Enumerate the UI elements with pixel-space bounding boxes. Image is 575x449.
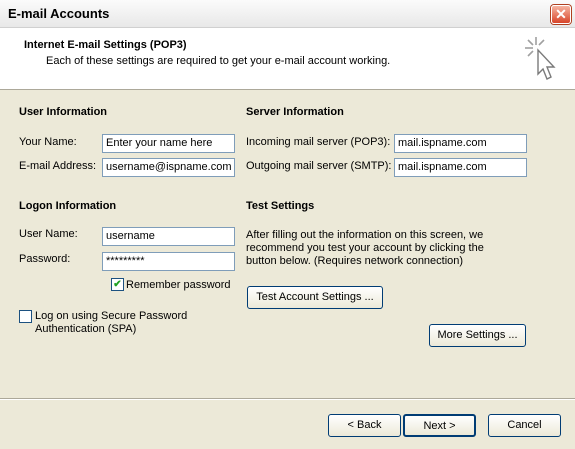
- test-desc-line2: recommend you test your account by click…: [246, 242, 484, 254]
- spa-label-line2[interactable]: Authentication (SPA): [35, 323, 136, 335]
- outgoing-server-label: Outgoing mail server (SMTP):: [246, 160, 392, 172]
- incoming-server-label: Incoming mail server (POP3):: [246, 136, 391, 148]
- back-button[interactable]: < Back: [328, 414, 401, 437]
- spa-label-line1[interactable]: Log on using Secure Password: [35, 310, 187, 322]
- remember-password-label[interactable]: Remember password: [126, 279, 231, 291]
- close-button[interactable]: ✕: [551, 5, 571, 24]
- test-desc-line1: After filling out the information on thi…: [246, 229, 484, 241]
- user-name-label: User Name:: [19, 228, 78, 240]
- your-name-label: Your Name:: [19, 136, 77, 148]
- spa-checkbox[interactable]: [19, 310, 32, 323]
- test-desc-line3: button below. (Requires network connecti…: [246, 255, 464, 267]
- footer-separator: [0, 398, 575, 400]
- your-name-field[interactable]: Enter your name here: [102, 134, 235, 153]
- password-label: Password:: [19, 253, 71, 265]
- wizard-cursor-icon: [525, 37, 556, 80]
- cancel-button[interactable]: Cancel: [488, 414, 561, 437]
- user-name-field[interactable]: username: [102, 227, 235, 246]
- remember-password-checkbox[interactable]: ✔: [111, 278, 124, 291]
- server-info-heading: Server Information: [246, 106, 344, 118]
- page-title: Internet E-mail Settings (POP3): [24, 39, 187, 51]
- more-settings-button[interactable]: More Settings ...: [429, 324, 526, 347]
- user-info-heading: User Information: [19, 106, 108, 118]
- incoming-server-field[interactable]: mail.ispname.com: [394, 134, 527, 153]
- wizard-header: Internet E-mail Settings (POP3) Each of …: [0, 28, 575, 90]
- title-bar[interactable]: E-mail Accounts ✕: [0, 0, 575, 28]
- password-field[interactable]: *********: [102, 252, 235, 271]
- window-title: E-mail Accounts: [8, 6, 110, 21]
- test-settings-heading: Test Settings: [246, 200, 315, 212]
- test-account-settings-button[interactable]: Test Account Settings ...: [247, 286, 383, 309]
- page-subtitle: Each of these settings are required to g…: [46, 55, 391, 67]
- email-address-label: E-mail Address:: [19, 160, 97, 172]
- close-icon: ✕: [555, 6, 567, 22]
- next-button[interactable]: Next >: [403, 414, 476, 437]
- email-accounts-window: E-mail Accounts ✕ Internet E-mail Settin…: [0, 0, 575, 449]
- outgoing-server-field[interactable]: mail.ispname.com: [394, 158, 527, 177]
- logon-info-heading: Logon Information: [19, 200, 117, 212]
- checkmark-icon: ✔: [113, 279, 122, 290]
- email-address-field[interactable]: username@ispname.com: [102, 158, 235, 177]
